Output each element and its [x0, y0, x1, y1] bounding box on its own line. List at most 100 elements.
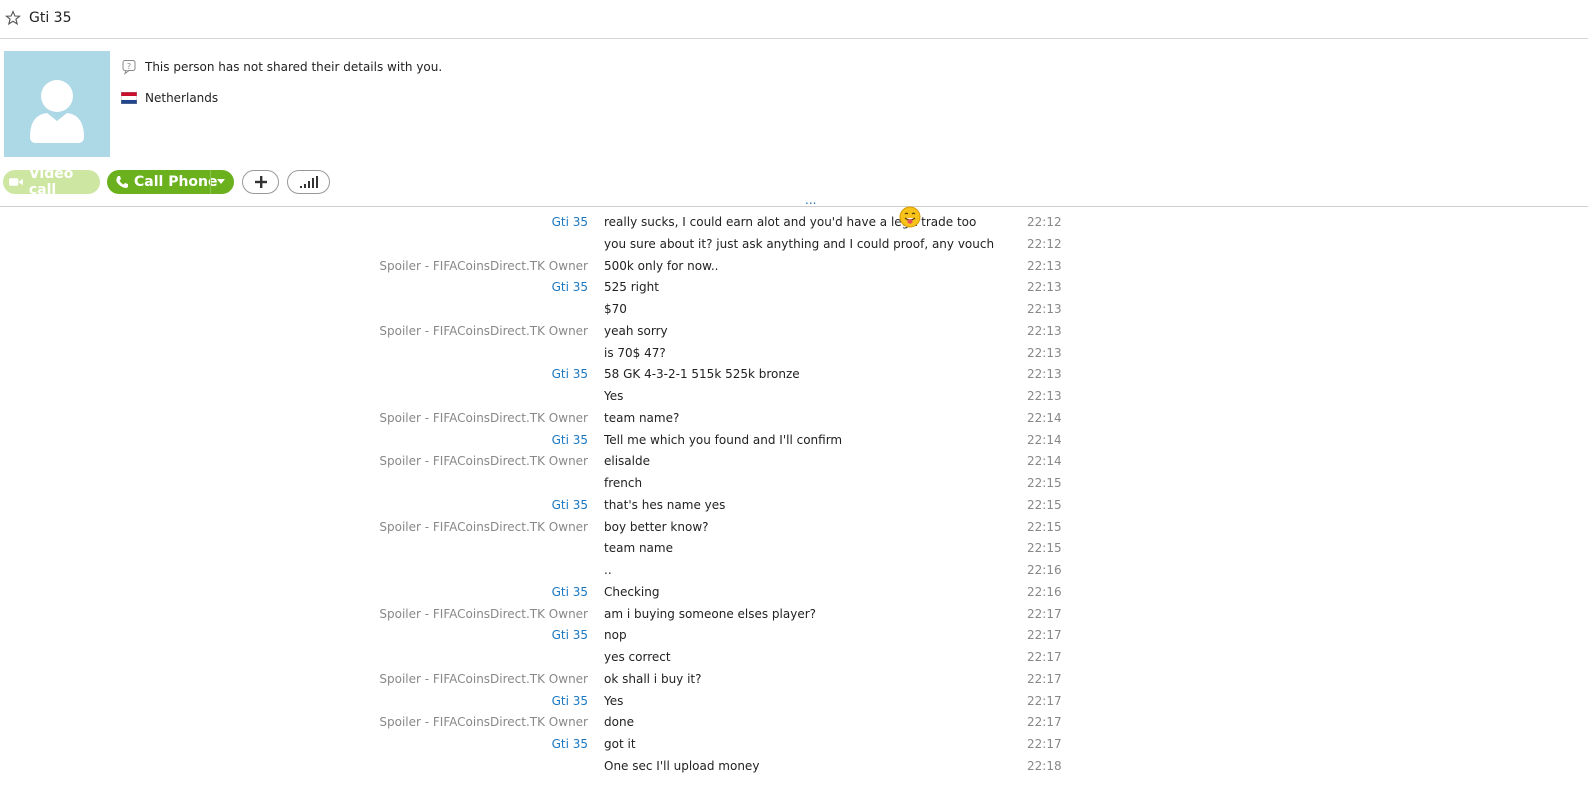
message-sender[interactable]: Spoiler - FIFACoinsDirect.TK Owner	[379, 411, 588, 425]
country-info: Netherlands	[120, 91, 218, 105]
message-time: 22:15	[1027, 497, 1062, 512]
message-sender[interactable]: Spoiler - FIFACoinsDirect.TK Owner	[379, 520, 588, 534]
message-time: 22:15	[1027, 476, 1062, 490]
call-phone-button[interactable]: Call Phone	[107, 170, 234, 194]
message-time: 22:12	[1027, 215, 1062, 229]
message-sender[interactable]: Spoiler - FIFACoinsDirect.TK Owner	[379, 259, 588, 273]
message-text: Yes	[604, 693, 624, 708]
button-divider	[210, 170, 211, 194]
message-time: 22:13	[1027, 367, 1062, 382]
message-text: done	[604, 715, 634, 730]
message-text: nop	[604, 628, 627, 643]
contact-profile: ? This person has not shared their detai…	[0, 39, 1588, 207]
message-sender[interactable]: Spoiler - FIFACoinsDirect.TK Owner	[379, 324, 588, 338]
message-sender[interactable]: Spoiler - FIFACoinsDirect.TK Owner	[379, 454, 588, 468]
message-row[interactable]: Gti 35 525 right 22:13	[0, 276, 1588, 298]
add-people-button[interactable]	[242, 170, 279, 194]
message-sender[interactable]: Gti 35	[552, 585, 588, 599]
message-row[interactable]: is 70$ 47? 22:13	[0, 342, 1588, 364]
message-time: 22:17	[1027, 671, 1062, 686]
message-time: 22:16	[1027, 563, 1062, 577]
message-row[interactable]: Yes 22:13	[0, 385, 1588, 407]
message-sender[interactable]: Gti 35	[552, 433, 588, 447]
message-time: 22:12	[1027, 236, 1062, 251]
message-sender[interactable]: Spoiler - FIFACoinsDirect.TK Owner	[379, 715, 588, 729]
message-text: Tell me which you found and I'll confirm	[604, 432, 843, 447]
message-row[interactable]: Spoiler - FIFACoinsDirect.TK Owner am i b…	[0, 603, 1588, 625]
message-text: elisalde	[604, 454, 650, 469]
message-text: that's hes name yes	[604, 497, 726, 512]
conversation-header: Gti 35	[0, 0, 1588, 39]
message-row[interactable]: .. 22:16	[0, 559, 1588, 581]
message-text: ok shall i buy it?	[604, 671, 702, 686]
message-row[interactable]: Gti 35 that's hes name yes 22:15	[0, 494, 1588, 516]
message-text: yes correct	[604, 650, 671, 664]
message-time: 22:13	[1027, 389, 1062, 403]
message-row[interactable]: Spoiler - FIFACoinsDirect.TK Owner elisal…	[0, 450, 1588, 472]
message-row[interactable]: Spoiler - FIFACoinsDirect.TK Owner yeah s…	[0, 320, 1588, 342]
message-sender[interactable]: Gti 35	[552, 215, 588, 229]
message-sender[interactable]: Gti 35	[552, 367, 588, 381]
message-sender[interactable]: Gti 35	[552, 737, 588, 751]
avatar[interactable]	[4, 51, 110, 157]
message-time: 22:17	[1027, 715, 1062, 730]
message-row[interactable]: Spoiler - FIFACoinsDirect.TK Owner 500k o…	[0, 255, 1588, 277]
message-time: 22:17	[1027, 650, 1062, 664]
signal-bars-icon	[299, 176, 318, 188]
message-text: you sure about it? just ask anything and…	[604, 236, 995, 251]
message-time: 22:17	[1027, 606, 1062, 621]
message-text: is 70$ 47?	[604, 345, 666, 360]
call-quality-button[interactable]	[287, 170, 330, 194]
message-row[interactable]: One sec I'll upload money 22:18	[0, 755, 1588, 777]
message-sender[interactable]: Gti 35	[552, 280, 588, 294]
message-sender[interactable]: Spoiler - FIFACoinsDirect.TK Owner	[379, 672, 588, 686]
message-time: 22:18	[1027, 758, 1062, 773]
video-camera-icon	[9, 178, 23, 186]
message-row[interactable]: Gti 35 Yes 22:17	[0, 690, 1588, 712]
message-time: 22:13	[1027, 258, 1062, 273]
load-more-messages[interactable]: ...	[805, 193, 816, 207]
message-row[interactable]: Gti 35 Tell me which you found and I'll c…	[0, 429, 1588, 451]
message-time: 22:14	[1027, 432, 1062, 447]
chevron-down-icon[interactable]	[217, 179, 225, 184]
message-row[interactable]: you sure about it? just ask anything and…	[0, 233, 1588, 255]
message-text: 500k only for now..	[604, 258, 719, 273]
message-time: 22:15	[1027, 541, 1062, 556]
message-row[interactable]: french 22:15	[0, 472, 1588, 494]
message-sender[interactable]: Gti 35	[552, 498, 588, 512]
message-row[interactable]: team name 22:15	[0, 537, 1588, 559]
message-sender[interactable]: Gti 35	[552, 694, 588, 708]
message-row[interactable]: Gti 35 Checking 22:16	[0, 581, 1588, 603]
question-bubble-icon: ?	[122, 60, 136, 75]
message-row[interactable]: Spoiler - FIFACoinsDirect.TK Owner team n…	[0, 407, 1588, 429]
privacy-text: This person has not shared their details…	[145, 60, 443, 74]
tongue-emoticon-icon	[899, 206, 921, 228]
default-user-icon	[30, 80, 84, 143]
message-time: 22:17	[1027, 737, 1062, 751]
message-row[interactable]: Gti 35 got it 22:17	[0, 733, 1588, 755]
favorite-star-icon[interactable]	[5, 10, 21, 26]
netherlands-flag-icon	[120, 91, 138, 105]
message-sender[interactable]: Spoiler - FIFACoinsDirect.TK Owner	[379, 607, 588, 621]
message-row[interactable]: yes correct 22:17	[0, 646, 1588, 668]
video-call-button[interactable]: Video call	[3, 166, 100, 198]
message-row[interactable]: Gti 35 really sucks, I could earn alot an…	[0, 206, 1588, 233]
message-row[interactable]: Spoiler - FIFACoinsDirect.TK Owner done 22…	[0, 711, 1588, 733]
message-row[interactable]: Gti 35 58 GK 4-3-2-1 515k 525k bronze 22:1…	[0, 363, 1588, 385]
privacy-note: ? This person has not shared their detai…	[121, 59, 442, 75]
message-row[interactable]: $70 22:13	[0, 298, 1588, 320]
message-sender[interactable]: Gti 35	[552, 628, 588, 642]
message-row[interactable]: Spoiler - FIFACoinsDirect.TK Owner ok sha…	[0, 668, 1588, 690]
message-row[interactable]: Spoiler - FIFACoinsDirect.TK Owner boy be…	[0, 516, 1588, 538]
call-phone-label: Call Phone	[134, 174, 218, 190]
contact-name[interactable]: Gti 35	[29, 10, 72, 26]
message-time: 22:17	[1027, 693, 1062, 708]
message-text: $70	[604, 302, 627, 316]
message-text: Yes	[604, 389, 624, 403]
message-text: Checking	[604, 584, 660, 599]
message-text: yeah sorry	[604, 323, 668, 338]
message-row[interactable]: Gti 35 nop 22:17	[0, 624, 1588, 646]
plus-icon	[254, 176, 267, 188]
message-text: got it	[604, 737, 636, 751]
svg-text:?: ?	[127, 62, 131, 71]
